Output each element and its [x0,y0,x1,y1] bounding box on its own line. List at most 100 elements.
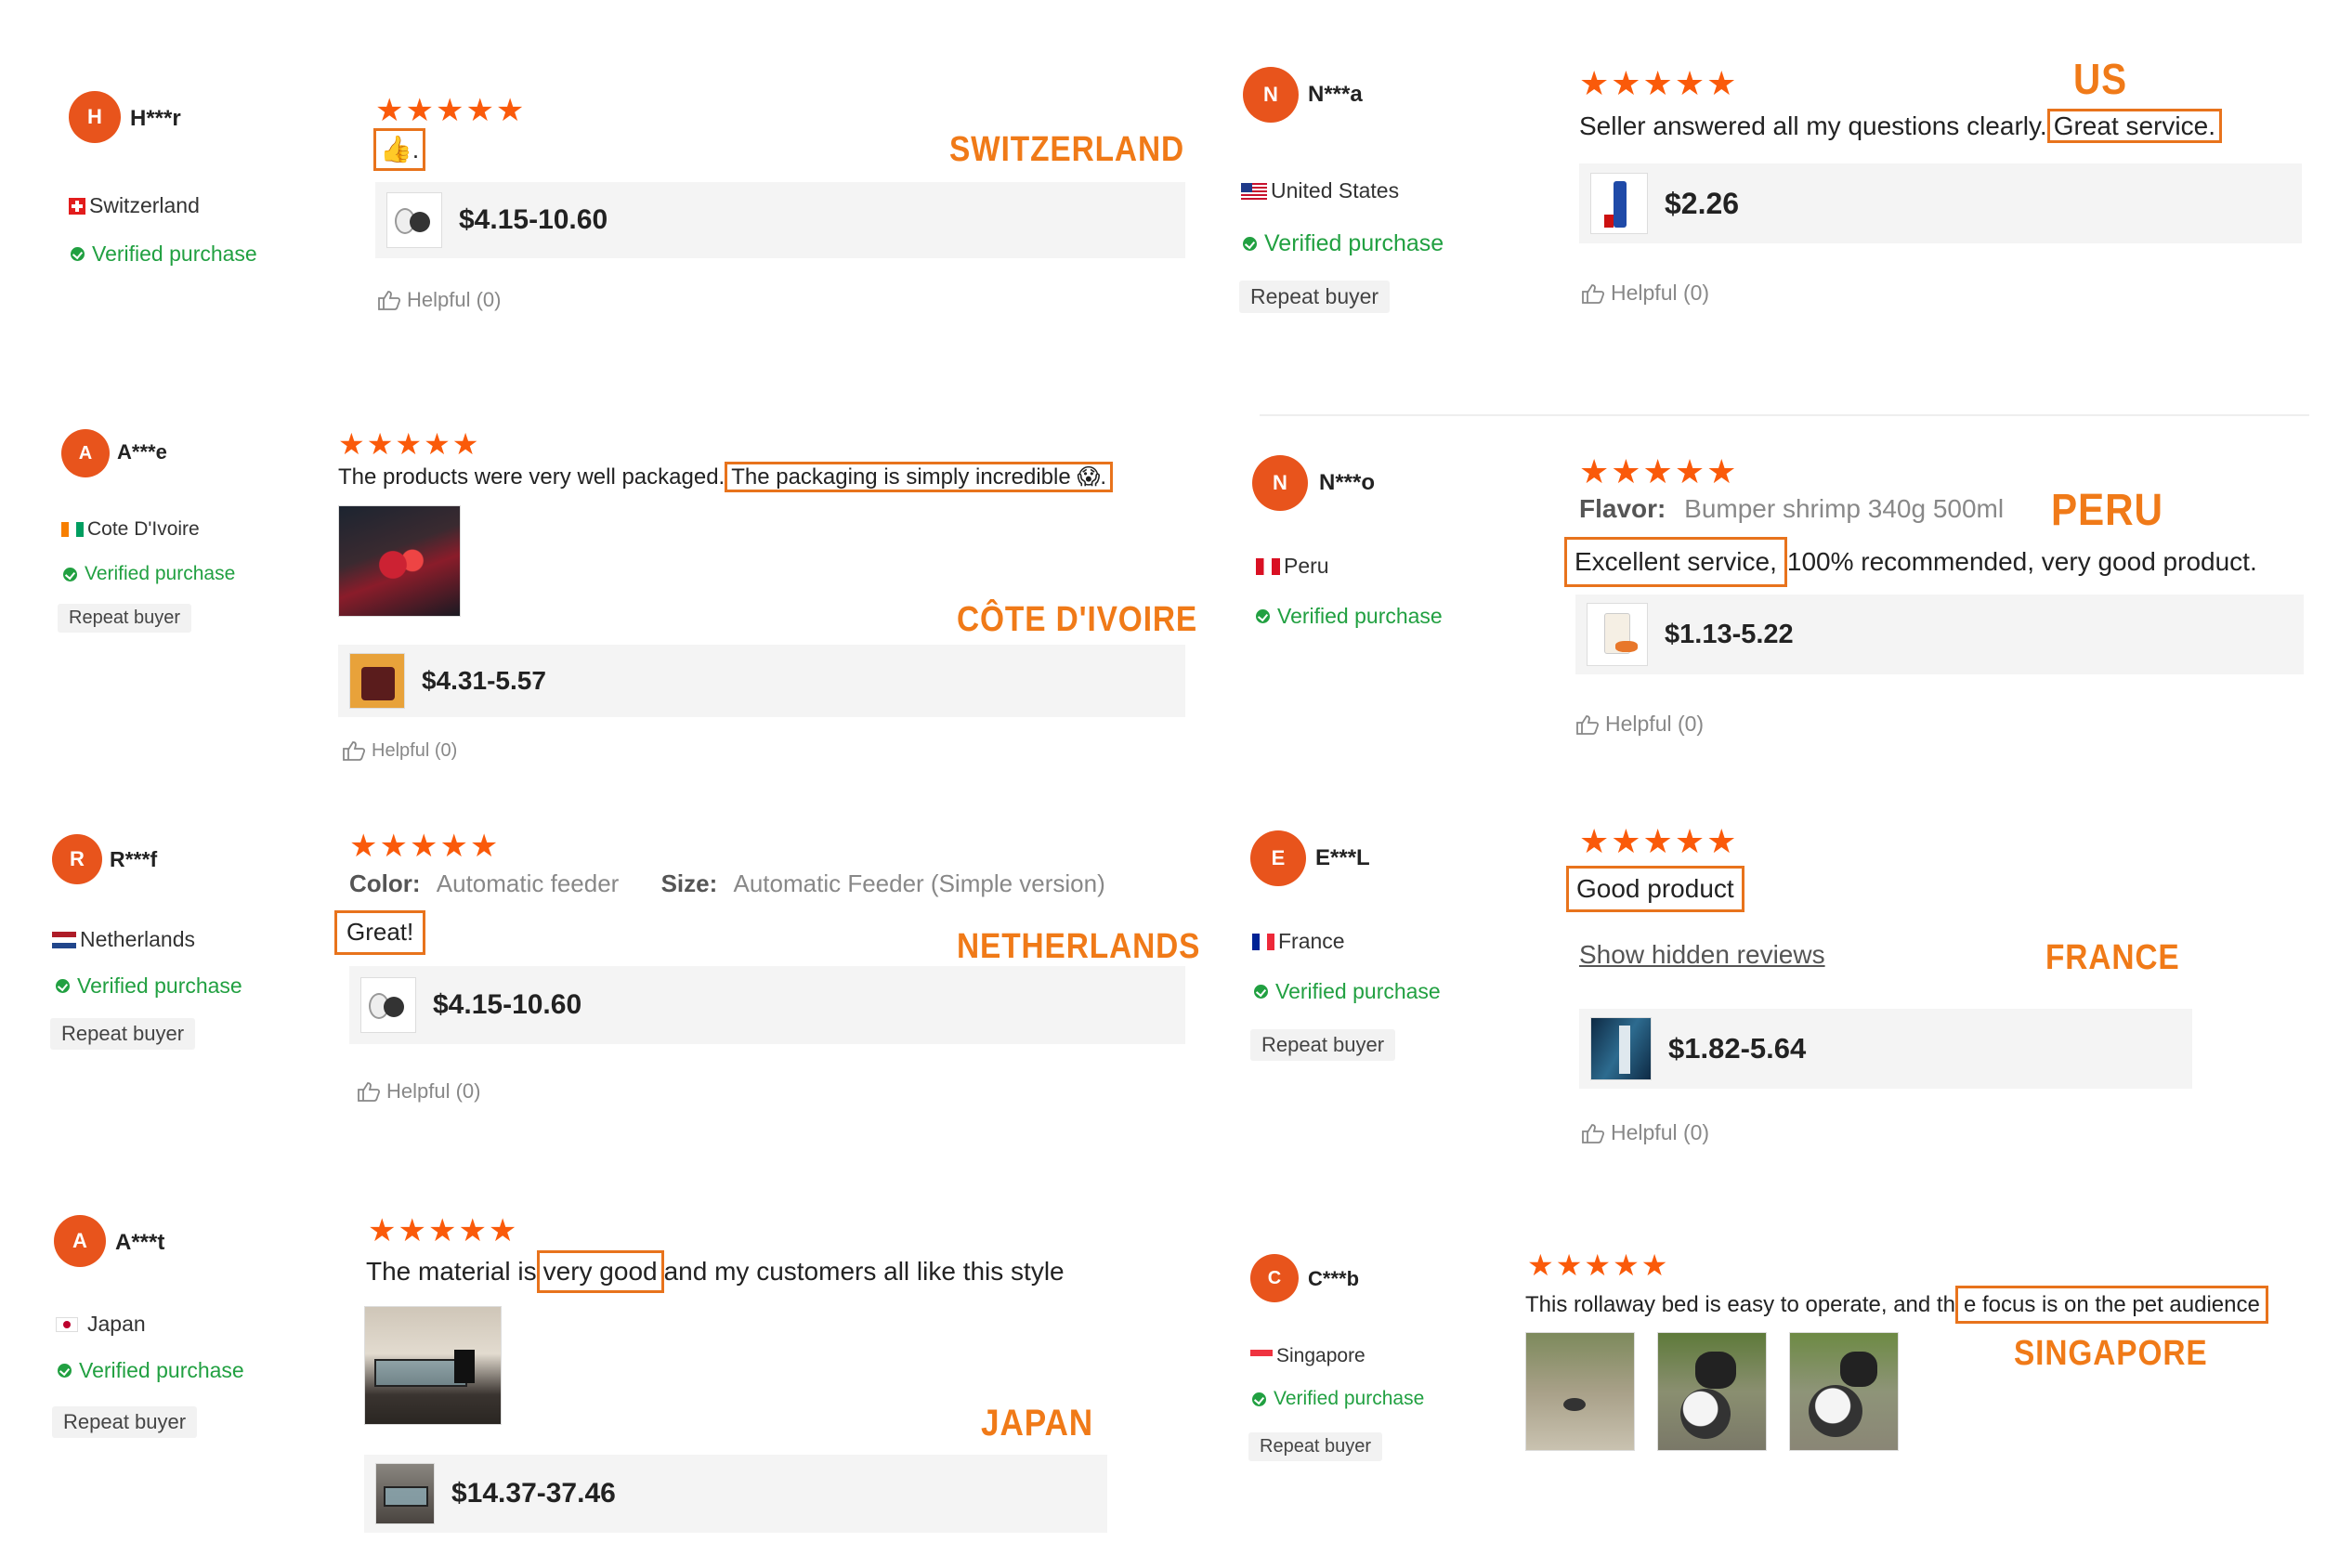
color-size-attributes: Color: Automatic feeder Size: Automatic … [349,869,1105,898]
switzerland-flag-icon [69,197,85,215]
flavor-attribute: Flavor: Bumper shrimp 340g 500ml [1579,494,2004,524]
avatar: A [61,429,110,477]
verified-check-icon [63,567,77,581]
repeat-buyer-badge: Repeat buyer [52,1406,198,1438]
product-bar[interactable]: $2.26 [1579,163,2302,243]
product-thumbnail[interactable] [1590,1017,1652,1080]
user-name: H***r [130,106,181,131]
country: Netherlands [52,927,195,952]
review-highlight: Great! [334,910,426,955]
product-price: $2.26 [1665,186,1740,220]
product-price: $1.13-5.22 [1665,619,1794,649]
helpful-label: Helpful (0) [1605,712,1705,736]
review-photo[interactable] [364,1306,502,1425]
avatar: N [1243,67,1299,123]
verified-purchase: Verified purchase [58,1358,244,1383]
star-rating: ★★★★★ [1527,1248,1670,1282]
helpful-label: Helpful (0) [1611,281,1710,305]
country-label: CÔTE D'IVOIRE [957,600,1198,639]
review-photo[interactable] [1789,1332,1899,1451]
product-price: $4.15-10.60 [433,989,582,1020]
review-text: 👍. [373,128,426,172]
product-thumbnail[interactable] [386,192,442,248]
product-bar[interactable]: $14.37-37.46 [364,1455,1107,1533]
avatar: E [1250,830,1306,886]
product-bar[interactable]: $4.31-5.57 [338,645,1185,717]
user-name: R***f [110,847,158,871]
review-photo[interactable] [338,505,461,617]
review-photo[interactable] [1525,1332,1635,1451]
country-name: Japan [87,1312,146,1336]
japan-flag-icon [56,1316,78,1332]
repeat-buyer-badge: Repeat buyer [1239,281,1391,313]
product-thumbnail[interactable] [1590,173,1648,234]
user-name: N***a [1308,82,1363,107]
country-name: France [1278,929,1345,953]
flavor-value: Bumper shrimp 340g 500ml [1684,494,2005,523]
product-bar[interactable]: $1.82-5.64 [1579,1009,2192,1089]
product-price: $4.15-10.60 [459,204,608,235]
verified-check-icon [1243,237,1257,251]
review-france: E E***L France Verified purchase Repeat … [1198,817,2350,1170]
helpful-label: Helpful (0) [372,739,458,761]
repeat-buyer-badge: Repeat buyer [58,604,192,633]
country: Switzerland [69,193,200,218]
user-name: A***t [115,1230,165,1255]
country: Singapore [1250,1345,1365,1367]
review-text: Seller answered all my questions clearly… [1579,109,2222,143]
country-label: US [2073,55,2127,103]
verified-purchase: Verified purchase [1254,979,1441,1004]
helpful-label: Helpful (0) [386,1079,481,1103]
helpful-label: Helpful (0) [407,288,502,311]
review-text-main: 100% recommended, very good product. [1786,547,2257,576]
verified-label: Verified purchase [1274,1388,1425,1409]
country-name: United States [1271,178,1400,203]
product-bar[interactable]: $4.15-10.60 [375,182,1185,258]
review-text-main: The material is [366,1257,537,1286]
helpful-button[interactable]: Helpful (0) [357,1079,480,1104]
verified-label: Verified purchase [92,242,257,266]
product-thumbnail[interactable] [375,1463,435,1524]
avatar: A [54,1215,106,1267]
country-label: NETHERLANDS [957,927,1201,966]
size-value: Automatic Feeder (Simple version) [733,869,1105,897]
review-text: Good product [1566,866,1744,913]
review-photo[interactable] [1657,1332,1767,1451]
cote-divoire-flag-icon [61,522,84,537]
product-thumbnail[interactable] [360,977,416,1033]
helpful-button[interactable]: Helpful (0) [342,739,457,762]
country-name: Singapore [1276,1345,1365,1366]
product-bar[interactable]: $1.13-5.22 [1575,595,2304,674]
country-label: SWITZERLAND [949,130,1185,169]
verified-label: Verified purchase [77,973,242,998]
helpful-label: Helpful (0) [1611,1120,1710,1144]
helpful-button[interactable]: Helpful (0) [377,288,501,312]
product-thumbnail[interactable] [1587,603,1648,666]
verified-check-icon [1256,609,1270,623]
star-rating: ★★★★★ [349,829,501,864]
avatar: N [1252,455,1308,511]
show-hidden-reviews-link[interactable]: Show hidden reviews [1579,940,1825,970]
helpful-button[interactable]: Helpful (0) [1581,1120,1709,1145]
review-highlight: Good product [1566,866,1744,913]
country-name: Peru [1284,554,1329,578]
review-text: Excellent service, 100% recommended, very… [1564,537,2257,588]
verified-check-icon [58,1364,72,1378]
peru-flag-icon [1256,557,1280,575]
review-text: Great! [334,910,426,955]
verified-purchase: Verified purchase [1252,1388,1424,1410]
review-highlight: very good [536,1250,664,1294]
repeat-buyer-badge: Repeat buyer [50,1018,196,1050]
product-thumbnail[interactable] [349,653,405,709]
review-highlight: e focus is on the pet audience [1954,1286,2268,1325]
helpful-button[interactable]: Helpful (0) [1575,712,1704,737]
review-text-end: . [412,136,420,163]
review-japan: A A***t Japan Verified purchase Repeat b… [0,1198,1198,1568]
country: Peru [1256,554,1329,579]
helpful-button[interactable]: Helpful (0) [1581,281,1709,306]
product-bar[interactable]: $4.15-10.60 [349,966,1185,1044]
avatar: H [69,91,121,143]
verified-purchase: Verified purchase [56,973,242,999]
verified-label: Verified purchase [1277,604,1443,628]
verified-check-icon [1252,1392,1266,1406]
